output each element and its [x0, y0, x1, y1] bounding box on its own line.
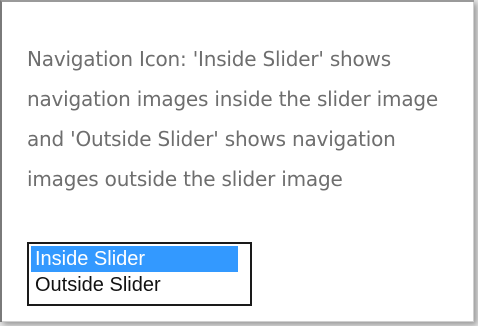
option-inside-slider[interactable]: Inside Slider — [31, 246, 238, 272]
option-outside-slider[interactable]: Outside Slider — [31, 272, 238, 298]
navigation-icon-listbox[interactable]: Inside Slider Outside Slider — [27, 242, 252, 306]
navigation-icon-description: Navigation Icon: 'Inside Slider' shows n… — [27, 47, 438, 191]
settings-panel: Navigation Icon: 'Inside Slider' shows n… — [0, 0, 474, 322]
